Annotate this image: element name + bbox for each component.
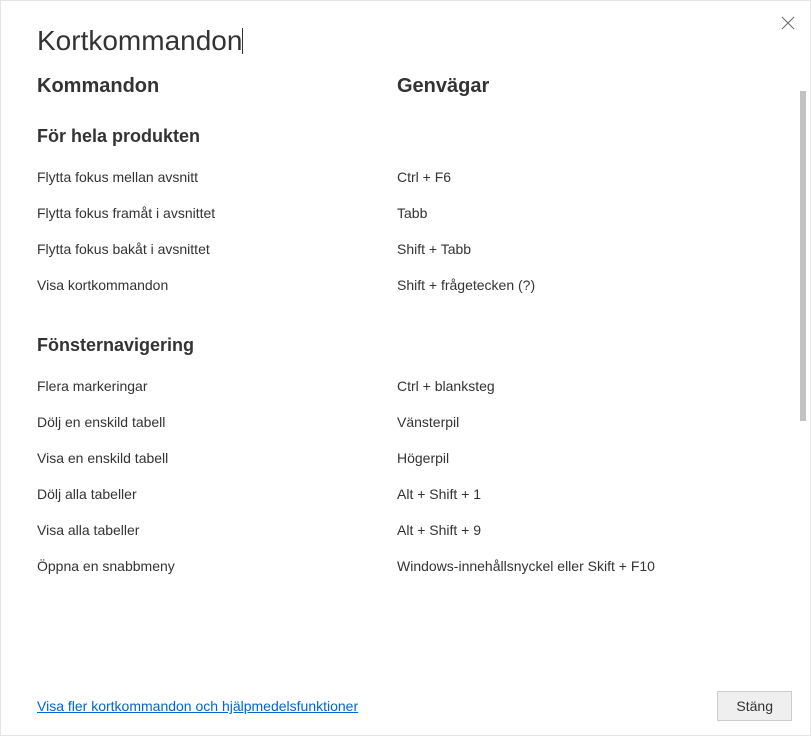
shortcut-label: Högerpil (397, 450, 449, 466)
command-label: Flera markeringar (37, 378, 397, 394)
shortcut-row: Dölj alla tabellerAlt + Shift + 1 (37, 486, 774, 502)
scrollbar[interactable] (800, 91, 806, 421)
shortcut-label: Tabb (397, 205, 427, 221)
dialog-content: Kortkommandon Kommandon Genvägar För hel… (1, 1, 810, 677)
shortcut-label: Ctrl + F6 (397, 169, 451, 185)
shortcut-row: Flytta fokus bakåt i avsnittetShift + Ta… (37, 241, 774, 257)
command-label: Flytta fokus framåt i avsnittet (37, 205, 397, 221)
shortcut-label: Shift + Tabb (397, 241, 471, 257)
shortcut-row: Visa alla tabellerAlt + Shift + 9 (37, 522, 774, 538)
more-shortcuts-link[interactable]: Visa fler kortkommandon och hjälpmedelsf… (37, 698, 358, 714)
dialog-footer: Visa fler kortkommandon och hjälpmedelsf… (1, 677, 810, 735)
command-label: Visa en enskild tabell (37, 450, 397, 466)
shortcut-label: Ctrl + blanksteg (397, 378, 495, 394)
shortcut-label: Alt + Shift + 1 (397, 486, 481, 502)
commands-column-header: Kommandon (37, 75, 397, 98)
section-header: Fönsternavigering (37, 335, 774, 356)
shortcut-row: Flera markeringarCtrl + blanksteg (37, 378, 774, 394)
shortcut-row: Visa kortkommandonShift + frågetecken (?… (37, 277, 774, 293)
command-label: Dölj en enskild tabell (37, 414, 397, 430)
command-label: Flytta fokus bakåt i avsnittet (37, 241, 397, 257)
shortcut-label: Alt + Shift + 9 (397, 522, 481, 538)
command-label: Visa alla tabeller (37, 522, 397, 538)
command-label: Öppna en snabbmeny (37, 558, 397, 574)
command-label: Dölj alla tabeller (37, 486, 397, 502)
shortcut-label: Windows-innehållsnyckel eller Skift + F1… (397, 558, 655, 574)
sections-container: För hela produkten Flytta fokus mellan av… (37, 126, 774, 574)
shortcut-row: Dölj en enskild tabellVänsterpil (37, 414, 774, 430)
shortcut-section: Fönsternavigering Flera markeringarCtrl +… (37, 335, 774, 574)
shortcut-section: För hela produkten Flytta fokus mellan av… (37, 126, 774, 293)
dialog-title: Kortkommandon (37, 25, 242, 57)
shortcuts-column-header: Genvägar (397, 75, 774, 98)
shortcut-row: Flytta fokus framåt i avsnittetTabb (37, 205, 774, 221)
close-button[interactable]: Stäng (717, 691, 792, 721)
shortcut-row: Flytta fokus mellan avsnittCtrl + F6 (37, 169, 774, 185)
shortcut-row: Öppna en snabbmenyWindows-innehållsnycke… (37, 558, 774, 574)
command-label: Visa kortkommandon (37, 277, 397, 293)
command-label: Flytta fokus mellan avsnitt (37, 169, 397, 185)
column-headers: Kommandon Genvägar (37, 75, 774, 126)
shortcut-row: Visa en enskild tabellHögerpil (37, 450, 774, 466)
shortcut-label: Shift + frågetecken (?) (397, 277, 535, 293)
section-header: För hela produkten (37, 126, 774, 147)
shortcut-label: Vänsterpil (397, 414, 459, 430)
